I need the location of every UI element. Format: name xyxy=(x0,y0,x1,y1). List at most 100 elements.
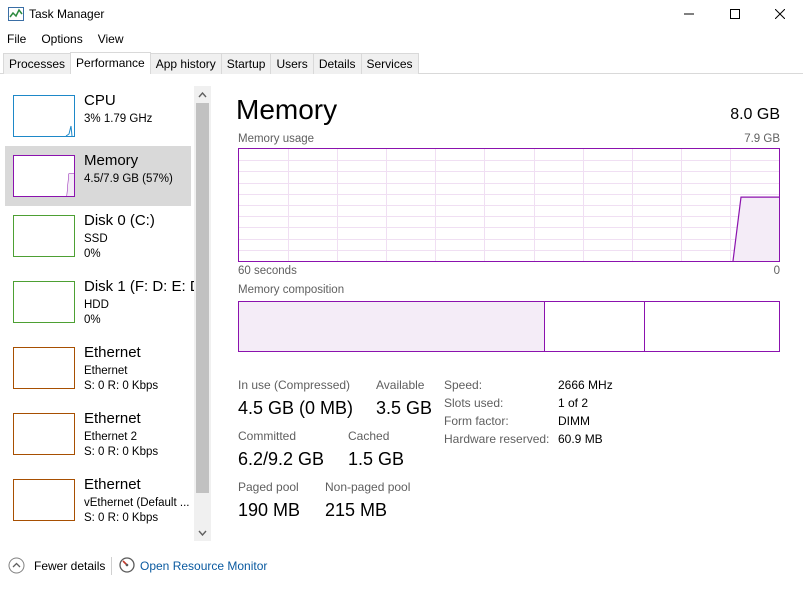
paged-pool-value: 190 MB xyxy=(238,500,301,520)
disk-0-thumbnail-graph xyxy=(13,215,75,257)
cached-value: 1.5 GB xyxy=(348,449,405,469)
graph-grid xyxy=(239,149,779,261)
tab-performance[interactable]: Performance xyxy=(70,52,151,74)
sidebar-item-detail: Ethernet xyxy=(84,365,128,377)
sidebar-item-title: Ethernet xyxy=(84,476,141,493)
speed-value: 2666 MHz xyxy=(558,378,613,392)
time-axis-start: 60 seconds xyxy=(238,265,297,277)
sidebar-item-cpu[interactable]: CPU 3% 1.79 GHz xyxy=(5,86,191,146)
task-manager-icon xyxy=(8,7,24,21)
chevron-up-icon xyxy=(198,91,207,97)
title-bar: Task Manager xyxy=(0,0,803,28)
disk-1-thumbnail-graph xyxy=(13,281,75,323)
slots-used-value: 1 of 2 xyxy=(558,396,589,410)
sidebar-item-disk-0[interactable]: Disk 0 (C:) SSD 0% xyxy=(5,206,191,266)
page-title: Memory xyxy=(236,94,338,125)
memory-thumbnail-graph xyxy=(13,155,75,197)
in-use-value: 4.5 GB (0 MB) xyxy=(238,398,354,418)
speed-label: Speed: xyxy=(444,378,483,392)
memory-panel: Memory 8.0 GB Memory usage 7.9 GB 60 sec… xyxy=(220,86,800,541)
scroll-down-button[interactable] xyxy=(194,524,211,541)
sidebar-item-detail: 0% xyxy=(84,248,101,260)
close-button[interactable] xyxy=(757,0,803,28)
non-paged-pool-value: 215 MB xyxy=(325,500,388,520)
ethernet-thumbnail-graph xyxy=(13,347,75,389)
committed-label: Committed xyxy=(238,429,297,443)
sidebar-item-ethernet-1[interactable]: Ethernet Ethernet S: 0 R: 0 Kbps xyxy=(5,338,191,398)
memory-composition-bar xyxy=(238,301,780,352)
minimize-icon xyxy=(684,13,694,15)
minimize-button[interactable] xyxy=(666,0,712,28)
tab-startup[interactable]: Startup xyxy=(220,53,272,74)
committed-value: 6.2/9.2 GB xyxy=(238,449,325,469)
composition-free xyxy=(645,302,779,351)
cached-label: Cached xyxy=(348,429,390,443)
collapse-chevron-icon[interactable] xyxy=(8,557,25,574)
slots-used-label: Slots used: xyxy=(444,396,504,410)
sidebar-item-memory[interactable]: Memory 4.5/7.9 GB (57%) xyxy=(5,146,191,206)
fewer-details-button[interactable]: Fewer details xyxy=(34,559,105,573)
composition-in-use xyxy=(239,302,545,351)
chevron-down-icon xyxy=(198,530,207,536)
time-axis-end: 0 xyxy=(773,265,780,277)
in-use-label: In use (Compressed) xyxy=(238,378,351,392)
maximize-icon xyxy=(730,9,740,19)
menu-bar: File Options View xyxy=(0,30,132,48)
form-factor-value: DIMM xyxy=(558,414,590,428)
tab-processes[interactable]: Processes xyxy=(3,53,72,74)
memory-usage-max: 7.9 GB xyxy=(744,133,780,145)
tab-services[interactable]: Services xyxy=(360,53,419,74)
resource-monitor-icon xyxy=(119,557,135,573)
memory-total: 8.0 GB xyxy=(730,106,780,123)
composition-standby xyxy=(545,302,645,351)
menu-view[interactable]: View xyxy=(91,30,132,48)
sidebar-item-title: Disk 0 (C:) xyxy=(84,212,155,229)
sidebar-item-detail: Ethernet 2 xyxy=(84,431,138,443)
sidebar-item-title: Memory xyxy=(84,152,139,169)
ethernet-thumbnail-graph xyxy=(13,479,75,521)
resource-list: CPU 3% 1.79 GHz Memory 4.5/7.9 GB (57%) … xyxy=(3,86,211,541)
scroll-up-button[interactable] xyxy=(194,86,211,103)
close-icon xyxy=(775,9,785,19)
sidebar-item-detail: 0% xyxy=(84,314,101,326)
sidebar-item-title: Ethernet xyxy=(84,410,141,427)
footer-bar: Fewer details Open Resource Monitor xyxy=(0,548,803,584)
tab-details[interactable]: Details xyxy=(312,53,362,74)
sidebar-item-detail: HDD xyxy=(84,299,109,311)
hardware-reserved-value: 60.9 MB xyxy=(558,432,603,446)
tab-users[interactable]: Users xyxy=(270,53,314,74)
menu-options[interactable]: Options xyxy=(34,30,90,48)
sidebar-item-detail: 4.5/7.9 GB (57%) xyxy=(84,173,173,185)
open-resource-monitor-link[interactable]: Open Resource Monitor xyxy=(140,559,267,573)
sidebar-scrollbar[interactable] xyxy=(194,86,211,541)
sidebar-item-detail: S: 0 R: 0 Kbps xyxy=(84,446,159,458)
available-label: Available xyxy=(376,378,425,392)
sidebar-item-ethernet-3[interactable]: Ethernet vEthernet (Default ... S: 0 R: … xyxy=(5,470,191,530)
non-paged-pool-label: Non-paged pool xyxy=(325,480,411,494)
memory-usage-graph xyxy=(238,148,780,262)
footer-separator xyxy=(111,557,112,575)
maximize-button[interactable] xyxy=(712,0,758,28)
sidebar-item-detail: vEthernet (Default ... xyxy=(84,497,190,509)
memory-composition-label: Memory composition xyxy=(238,284,345,296)
sidebar-item-title: CPU xyxy=(84,92,116,109)
sidebar-item-detail: 3% 1.79 GHz xyxy=(84,113,153,125)
paged-pool-label: Paged pool xyxy=(238,480,299,494)
scroll-thumb[interactable] xyxy=(196,103,209,493)
sidebar-item-disk-1[interactable]: Disk 1 (F: D: E: D HDD 0% xyxy=(5,272,201,332)
sidebar-item-title: Disk 1 (F: D: E: D xyxy=(84,278,201,295)
sidebar-item-detail: SSD xyxy=(84,233,108,245)
window-title: Task Manager xyxy=(29,7,105,21)
tab-bar: Processes Performance App history Startu… xyxy=(3,52,419,74)
ethernet-thumbnail-graph xyxy=(13,413,75,455)
menu-file[interactable]: File xyxy=(0,30,34,48)
sidebar-item-detail: S: 0 R: 0 Kbps xyxy=(84,512,159,524)
cpu-thumbnail-graph xyxy=(13,95,75,137)
memory-usage-label: Memory usage xyxy=(238,133,315,145)
memory-usage-chart xyxy=(239,149,779,262)
tab-app-history[interactable]: App history xyxy=(149,53,222,74)
available-value: 3.5 GB xyxy=(376,398,433,418)
hardware-reserved-label: Hardware reserved: xyxy=(444,432,550,446)
sidebar-item-detail: S: 0 R: 0 Kbps xyxy=(84,380,159,392)
sidebar-item-ethernet-2[interactable]: Ethernet Ethernet 2 S: 0 R: 0 Kbps xyxy=(5,404,191,464)
